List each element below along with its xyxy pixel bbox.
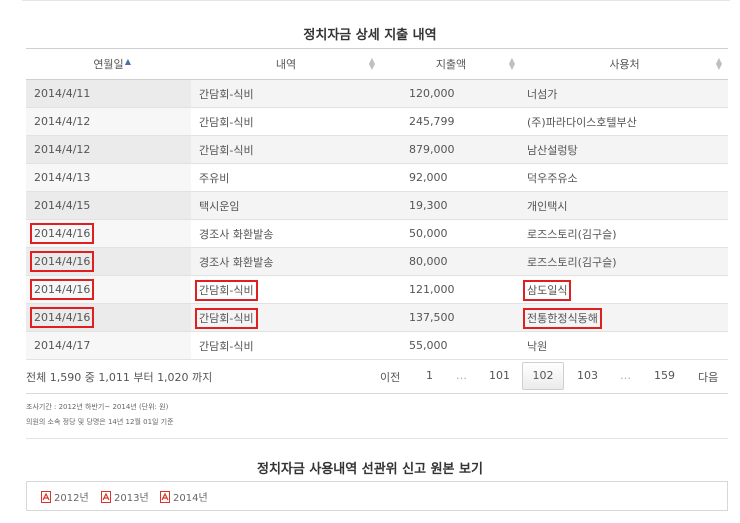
top-divider	[22, 0, 730, 1]
cell-place: 로즈스토리(김구슬)	[521, 219, 728, 248]
pagination-summary: 전체 1,590 중 1,011 부터 1,020 까지	[26, 371, 213, 384]
column-header-place[interactable]: 사용처 ▲ ▼	[521, 48, 728, 80]
party-basis-note: 의원의 소속 정당 및 당명은 14년 12월 01일 기준	[26, 418, 174, 426]
table-row: 2014/4/16 경조사 화환발송 50,000 로즈스토리(김구슬)	[26, 219, 728, 248]
cell-item: 주유비	[191, 163, 381, 192]
cell-date: 2014/4/16	[26, 275, 191, 304]
cell-amount: 137,500	[381, 303, 521, 332]
cell-amount: 879,000	[381, 135, 521, 164]
highlighted-item: 간담회-식비	[195, 279, 258, 301]
pagination-ellipsis: …	[456, 369, 467, 382]
file-link-2013[interactable]: 2013년	[101, 489, 149, 504]
cell-place: 덕우주유소	[521, 163, 728, 192]
highlighted-date: 2014/4/16	[29, 307, 95, 328]
pdf-icon	[160, 491, 170, 503]
highlighted-place: 삼도일식	[522, 279, 572, 301]
cell-place: 로즈스토리(김구슬)	[521, 247, 728, 276]
pdf-icon	[101, 491, 111, 503]
cell-date: 2014/4/12	[26, 107, 191, 136]
cell-amount: 92,000	[381, 163, 521, 192]
table-row: 2014/4/15 택시운임 19,300 개인택시	[26, 191, 728, 220]
pagination: 전체 1,590 중 1,011 부터 1,020 까지 이전 1 … 101 …	[26, 361, 728, 391]
file-link-2014[interactable]: 2014년	[160, 489, 208, 504]
cell-place: 낙원	[521, 331, 728, 360]
cell-date: 2014/4/16	[26, 303, 191, 332]
cell-place: (주)파라다이스호텔부산	[521, 107, 728, 136]
cell-date: 2014/4/15	[26, 191, 191, 220]
prev-page-link[interactable]: 이전	[380, 369, 400, 385]
cell-amount: 121,000	[381, 275, 521, 304]
cell-amount: 80,000	[381, 247, 521, 276]
next-page-link[interactable]: 다음	[698, 369, 718, 385]
sort-ascending-icon: ▲	[124, 57, 131, 66]
table-row: 2014/4/16 간담회-식비 121,000 삼도일식	[26, 275, 728, 304]
cell-place: 개인택시	[521, 191, 728, 220]
cell-item: 경조사 화환발송	[191, 247, 381, 276]
cell-item: 간담회-식비	[191, 331, 381, 360]
cell-amount: 55,000	[381, 331, 521, 360]
cell-place: 너섬가	[521, 79, 728, 108]
cell-item: 간담회-식비	[191, 79, 381, 108]
highlighted-item: 간담회-식비	[195, 307, 258, 329]
divider	[26, 393, 728, 394]
section-title-originals: 정치자금 사용내역 선관위 신고 원본 보기	[257, 462, 483, 477]
column-header-amount[interactable]: 지출액 ▲ ▼	[381, 48, 521, 80]
original-files-box: 2012년 2013년 2014년	[26, 481, 728, 511]
table-row: 2014/4/16 간담회-식비 137,500 전통한정식동해	[26, 303, 728, 332]
cell-amount: 50,000	[381, 219, 521, 248]
column-header-date[interactable]: 연월일 ▲	[26, 48, 191, 80]
page-link-1[interactable]: 1	[426, 369, 433, 382]
cell-item: 간담회-식비	[191, 107, 381, 136]
highlighted-date: 2014/4/16	[29, 251, 95, 272]
page-link-159[interactable]: 159	[654, 369, 675, 382]
cell-place: 삼도일식	[521, 275, 728, 304]
cell-place: 남산설렁탕	[521, 135, 728, 164]
cell-item: 경조사 화환발송	[191, 219, 381, 248]
file-link-2012[interactable]: 2012년	[41, 489, 89, 504]
table-row: 2014/4/11 간담회-식비 120,000 너섬가	[26, 79, 728, 108]
table-header-row: 연월일 ▲ 내역 ▲ ▼ 지출액 ▲ ▼ 사용처 ▲ ▼	[26, 48, 728, 80]
page-link-101[interactable]: 101	[489, 369, 510, 382]
table-row: 2014/4/16 경조사 화환발송 80,000 로즈스토리(김구슬)	[26, 247, 728, 276]
survey-period-note: 조사기간 : 2012년 하반기~ 2014년 (단위: 원)	[26, 403, 169, 411]
table-row: 2014/4/12 간담회-식비 879,000 남산설렁탕	[26, 135, 728, 164]
sort-arrows-icon: ▲ ▼	[508, 56, 515, 71]
cell-date: 2014/4/16	[26, 247, 191, 276]
section-title-expenses: 정치자금 상세 지출 내역	[303, 28, 437, 43]
cell-item: 간담회-식비	[191, 303, 381, 332]
cell-amount: 245,799	[381, 107, 521, 136]
page-link-103[interactable]: 103	[577, 369, 598, 382]
pagination-ellipsis: …	[620, 369, 631, 382]
highlighted-date: 2014/4/16	[29, 223, 95, 244]
column-header-item[interactable]: 내역 ▲ ▼	[191, 48, 381, 80]
table-row: 2014/4/12 간담회-식비 245,799 (주)파라다이스호텔부산	[26, 107, 728, 136]
cell-date: 2014/4/12	[26, 135, 191, 164]
cell-amount: 120,000	[381, 79, 521, 108]
cell-place: 전통한정식동해	[521, 303, 728, 332]
highlighted-place: 전통한정식동해	[523, 307, 602, 329]
cell-date: 2014/4/17	[26, 331, 191, 360]
cell-item: 택시운임	[191, 191, 381, 220]
current-page[interactable]: 102	[522, 362, 564, 390]
cell-item: 간담회-식비	[191, 135, 381, 164]
cell-item: 간담회-식비	[191, 275, 381, 304]
sort-arrows-icon: ▲ ▼	[368, 56, 375, 71]
highlighted-date: 2014/4/16	[29, 279, 95, 300]
expense-table: 연월일 ▲ 내역 ▲ ▼ 지출액 ▲ ▼ 사용처 ▲ ▼ 2014/4/11 간담회-…	[26, 48, 728, 360]
cell-date: 2014/4/11	[26, 79, 191, 108]
table-row: 2014/4/13 주유비 92,000 덕우주유소	[26, 163, 728, 192]
sort-arrows-icon: ▲ ▼	[715, 56, 722, 71]
table-row: 2014/4/17 간담회-식비 55,000 낙원	[26, 331, 728, 360]
pdf-icon	[41, 491, 51, 503]
divider	[26, 438, 728, 439]
cell-date: 2014/4/13	[26, 163, 191, 192]
cell-amount: 19,300	[381, 191, 521, 220]
cell-date: 2014/4/16	[26, 219, 191, 248]
